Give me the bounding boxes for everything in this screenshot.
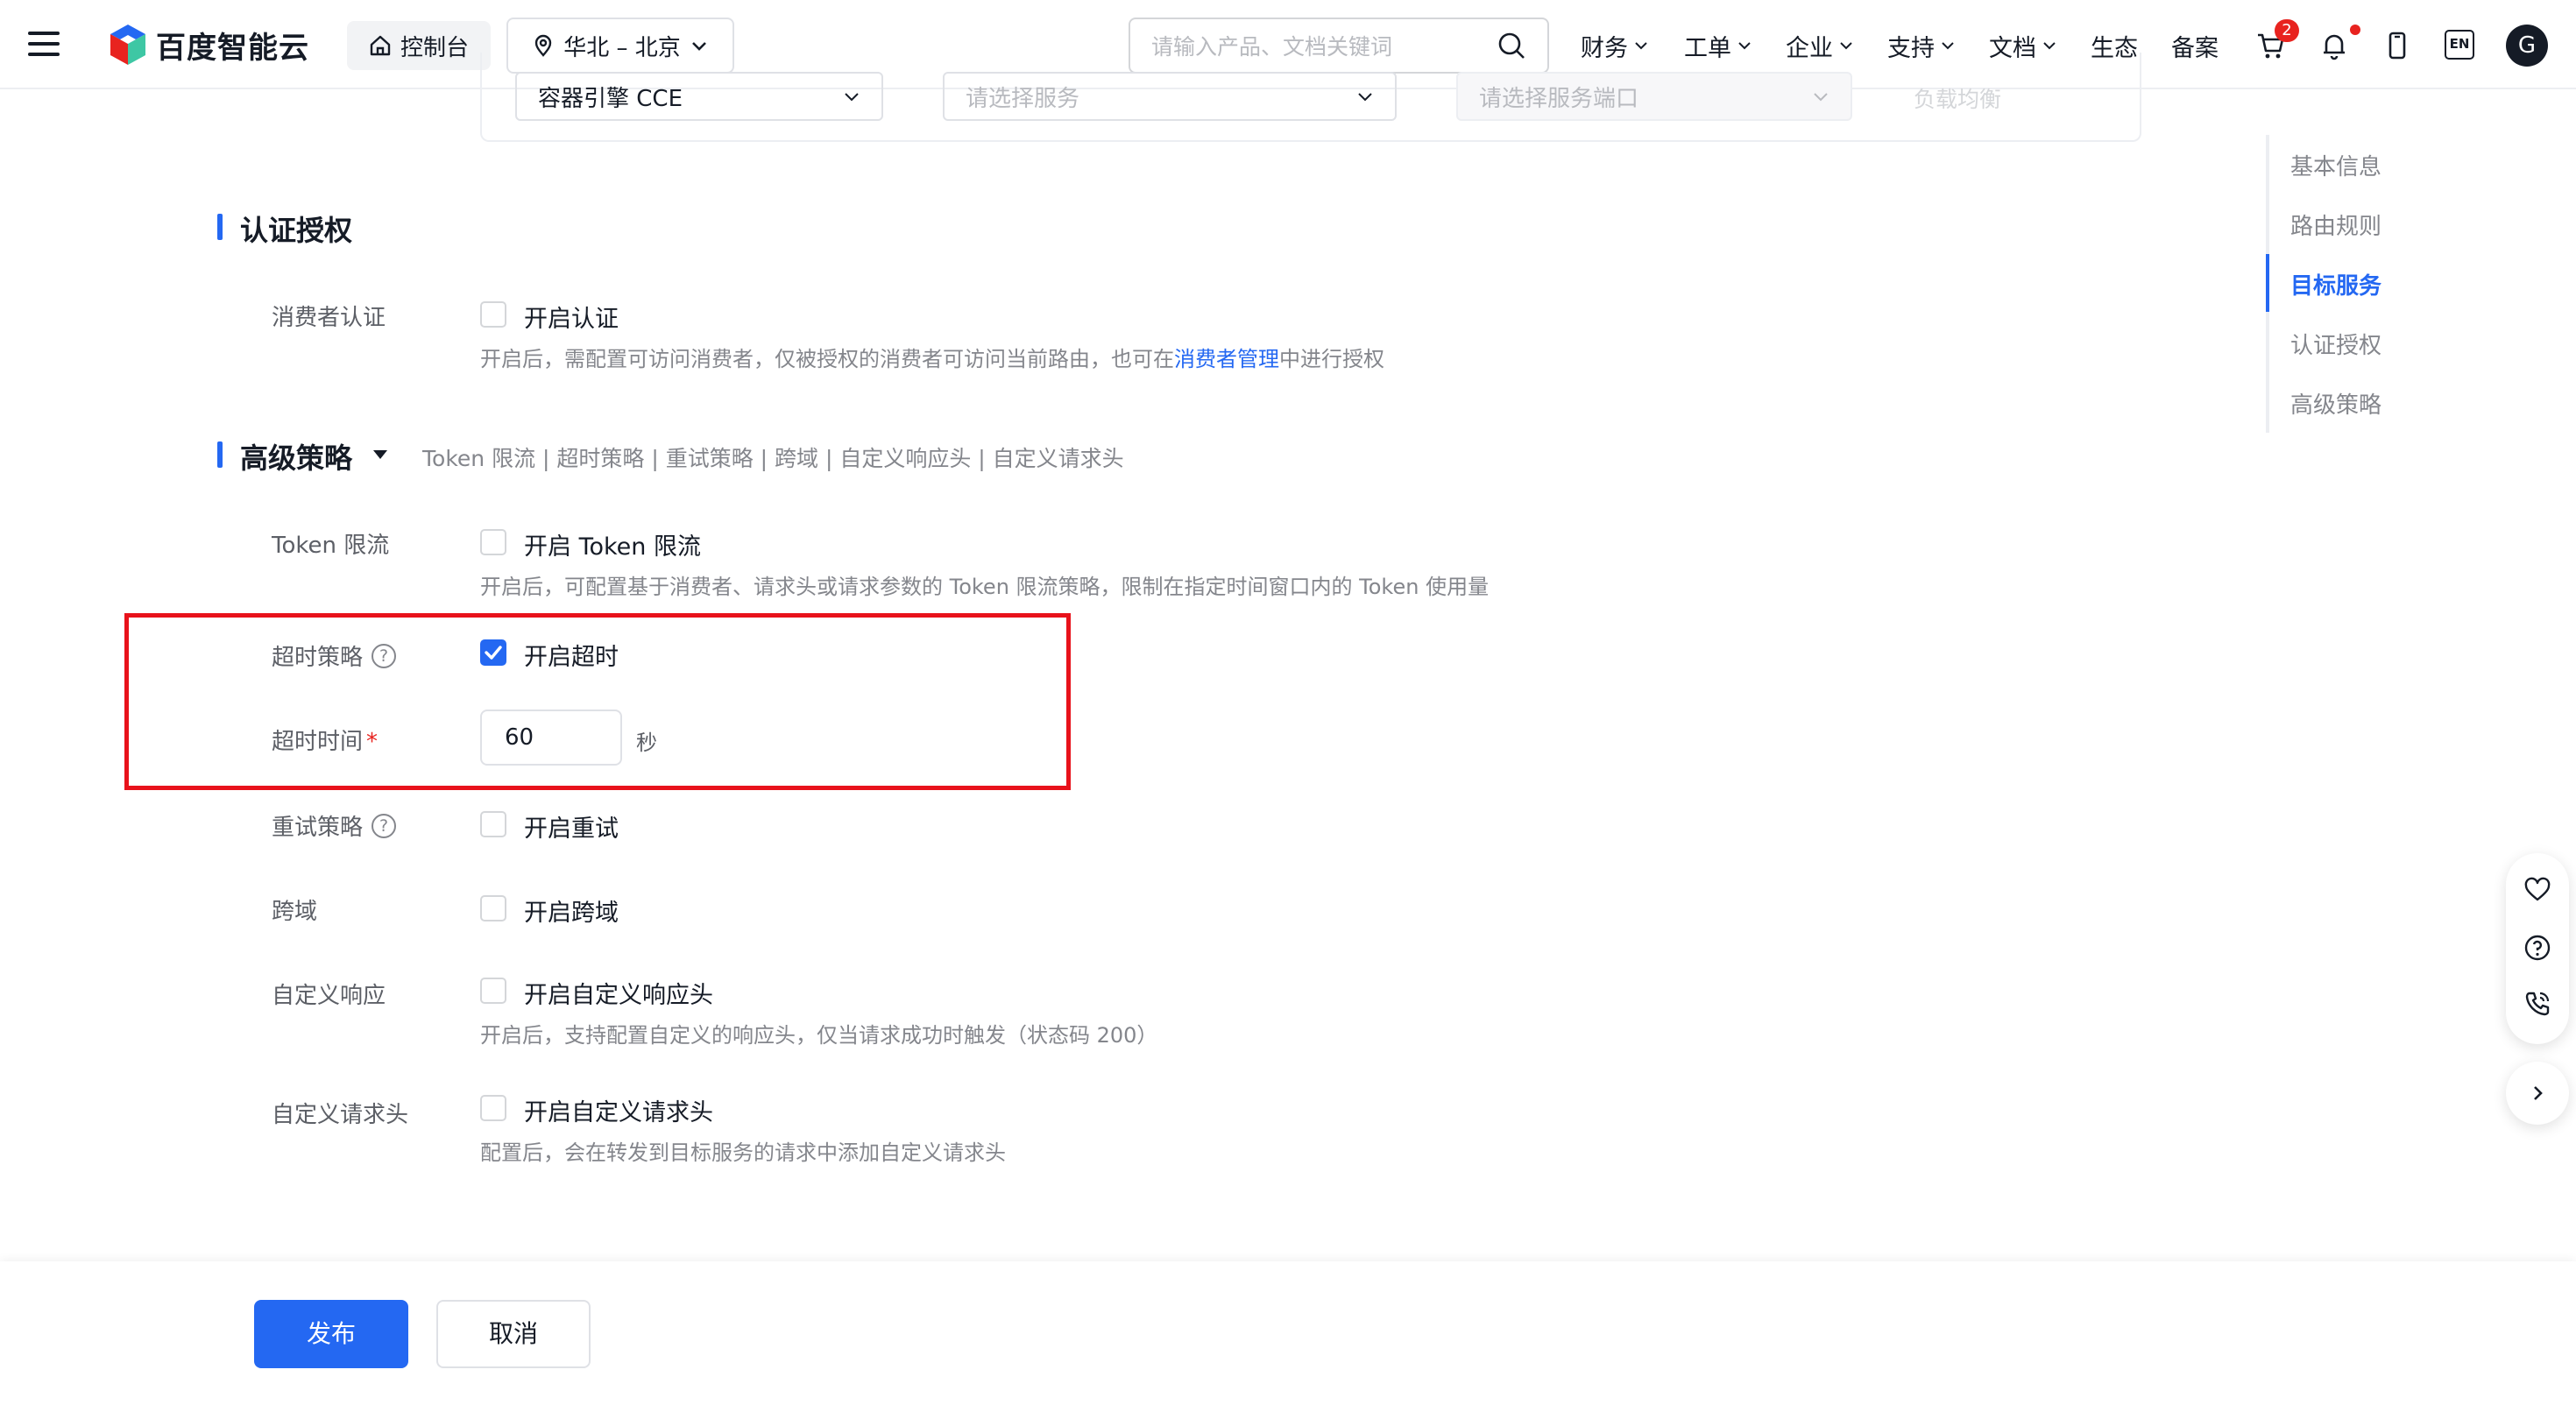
help-icon[interactable]: ? [372, 813, 397, 838]
custom-request-header-checkbox[interactable] [480, 1095, 506, 1121]
help-icon[interactable]: ? [372, 643, 397, 668]
custom-response-checkbox-label[interactable]: 开启自定义响应头 [524, 976, 713, 1010]
anchor-advanced[interactable]: 高级策略 [2290, 387, 2381, 420]
timeout-policy-label: 超时策略 [272, 645, 364, 671]
caret-down-icon[interactable] [372, 448, 389, 461]
custom-request-header-description: 配置后，会在转发到目标服务的请求中添加自定义请求头 [480, 1140, 1006, 1165]
consumer-auth-description: 开启后，需配置可访问消费者，仅被授权的消费者可访问当前路由，也可在消费者管理中进… [480, 342, 1384, 372]
token-limit-checkbox[interactable] [480, 529, 506, 555]
custom-request-header-checkbox-label[interactable]: 开启自定义请求头 [524, 1093, 713, 1127]
anchor-active-indicator [2266, 254, 2269, 312]
timeout-seconds-input[interactable]: 60 [480, 710, 622, 766]
timeout-checkbox-label[interactable]: 开启超时 [524, 638, 619, 672]
timeout-unit: 秒 [636, 731, 657, 755]
chevron-down-icon [1814, 93, 1828, 102]
custom-request-header-label: 自定义请求头 [272, 1102, 409, 1128]
required-asterisk: * [366, 729, 379, 755]
retry-checkbox-label[interactable]: 开启重试 [524, 809, 619, 844]
custom-response-description: 开启后，支持配置自定义的响应头，仅当请求成功时触发（状态码 200） [480, 1023, 1158, 1048]
chevron-down-icon [845, 93, 859, 102]
cors-label: 跨域 [272, 899, 318, 925]
chevron-right-icon [2534, 1086, 2543, 1100]
anchor-auth[interactable]: 认证授权 [2290, 328, 2381, 360]
custom-response-checkbox[interactable] [480, 978, 506, 1004]
cors-checkbox[interactable] [480, 895, 506, 921]
checkmark-icon [485, 646, 502, 660]
consumer-auth-checkbox-label[interactable]: 开启认证 [524, 300, 619, 334]
consumer-auth-checkbox[interactable] [480, 301, 506, 328]
timeout-time-label: 超时时间 * [272, 724, 378, 756]
timeout-policy-label-row: 超时策略 ? [272, 639, 397, 672]
consumer-management-link[interactable]: 消费者管理 [1174, 347, 1279, 371]
retry-checkbox[interactable] [480, 811, 506, 837]
cancel-button[interactable]: 取消 [436, 1300, 591, 1368]
anchor-target-service[interactable]: 目标服务 [2290, 268, 2381, 300]
cors-checkbox-label[interactable]: 开启跨域 [524, 893, 619, 928]
question-icon[interactable] [2523, 934, 2551, 962]
token-limit-description: 开启后，可配置基于消费者、请求头或请求参数的 Token 限流策略，限制在指定时… [480, 575, 1490, 599]
timeout-checkbox[interactable] [480, 639, 506, 666]
collapse-toolbar-button[interactable] [2506, 1062, 2569, 1125]
publish-button[interactable]: 发布 [254, 1300, 408, 1368]
consumer-desc-text: 开启后，需配置可访问消费者，仅被授权的消费者可访问当前路由，也可在 [480, 347, 1174, 371]
phone-icon[interactable] [2523, 990, 2551, 1018]
consumer-desc-suffix: 中进行授权 [1279, 347, 1384, 371]
advanced-section-title: 高级策略 [240, 441, 353, 475]
auth-section-title: 认证授权 [240, 214, 353, 247]
retry-policy-label-row: 重试策略 ? [272, 809, 397, 842]
advanced-summary: Token 限流 | 超时策略 | 重试策略 | 跨域 | 自定义响应头 | 自… [422, 446, 1124, 471]
section-marker [217, 214, 223, 240]
token-limit-label: Token 限流 [272, 533, 390, 559]
section-marker [217, 441, 223, 468]
timeout-time-label-text: 超时时间 [272, 729, 364, 755]
heart-icon[interactable] [2523, 876, 2551, 904]
custom-response-label: 自定义响应 [272, 983, 386, 1009]
retry-policy-label: 重试策略 [272, 815, 364, 841]
consumer-auth-label: 消费者认证 [272, 305, 386, 331]
anchor-route-rules[interactable]: 路由规则 [2290, 208, 2381, 241]
anchor-basic-info[interactable]: 基本信息 [2290, 149, 2381, 181]
token-limit-checkbox-label[interactable]: 开启 Token 限流 [524, 527, 701, 561]
chevron-down-icon [1358, 93, 1372, 102]
